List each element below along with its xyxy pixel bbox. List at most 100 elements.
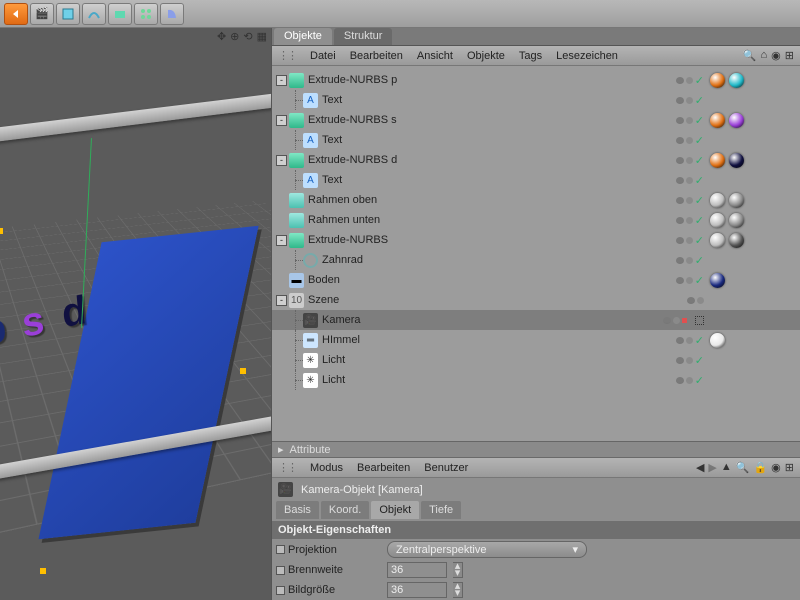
anim-checkbox[interactable] xyxy=(276,545,285,554)
size-spinner[interactable]: ▴▾ xyxy=(453,582,463,598)
visibility-dots[interactable]: ✓ xyxy=(676,374,704,387)
material-tag[interactable] xyxy=(710,153,725,168)
search-icon[interactable]: 🔍 xyxy=(743,49,757,62)
attr-tab-basis[interactable]: Basis xyxy=(276,501,319,519)
tool-array[interactable] xyxy=(134,3,158,25)
menu-objects[interactable]: Objekte xyxy=(467,50,505,62)
tree-row[interactable]: -Extrude-NURBS d✓ xyxy=(272,150,800,170)
disclosure-toggle[interactable]: - xyxy=(276,295,287,306)
search-icon[interactable]: 🔍 xyxy=(736,461,750,474)
tag-column[interactable] xyxy=(710,73,800,88)
tree-row[interactable]: -Extrude-NURBS s✓ xyxy=(272,110,800,130)
visibility-dots[interactable]: ✓ xyxy=(676,94,704,107)
anim-checkbox[interactable] xyxy=(276,566,285,575)
tree-row[interactable]: AText✓ xyxy=(272,170,800,190)
tag-column[interactable] xyxy=(710,153,800,168)
disclosure-toggle[interactable]: - xyxy=(276,115,287,126)
tree-row[interactable]: 🎥Kamera xyxy=(272,310,800,330)
tree-row[interactable]: -10Szene xyxy=(272,290,800,310)
viewport[interactable]: ✥ ⊕ ⟲ ▦ p s d xyxy=(0,28,272,600)
visibility-dots[interactable]: ✓ xyxy=(676,254,704,267)
material-tag[interactable] xyxy=(710,73,725,88)
grip-icon[interactable]: ⋮⋮ xyxy=(278,49,296,62)
material-tag[interactable] xyxy=(729,233,744,248)
material-tag[interactable] xyxy=(710,233,725,248)
visibility-dots[interactable]: ✓ xyxy=(676,334,704,347)
visibility-dots[interactable]: ✓ xyxy=(676,214,704,227)
disclosure-toggle[interactable]: - xyxy=(276,155,287,166)
tree-row[interactable]: ✳Licht✓ xyxy=(272,370,800,390)
menu-extra-icon[interactable]: ⊞ xyxy=(785,461,794,474)
tree-row[interactable]: Zahnrad✓ xyxy=(272,250,800,270)
attr-menu-user[interactable]: Benutzer xyxy=(424,462,468,474)
focal-input[interactable]: 36 xyxy=(387,562,447,578)
material-tag[interactable] xyxy=(710,193,725,208)
menu-edit[interactable]: Bearbeiten xyxy=(350,50,403,62)
menu-view[interactable]: Ansicht xyxy=(417,50,453,62)
tool-film[interactable]: 🎬 xyxy=(30,3,54,25)
visibility-dots[interactable]: ✓ xyxy=(676,174,704,187)
tag-column[interactable] xyxy=(710,273,800,288)
anim-checkbox[interactable] xyxy=(276,586,285,595)
up-icon[interactable]: ▲ xyxy=(721,461,732,474)
tab-structure[interactable]: Struktur xyxy=(334,28,393,45)
tool-cube[interactable] xyxy=(56,3,80,25)
attr-tab-koord[interactable]: Koord. xyxy=(321,501,369,519)
tree-row[interactable]: Rahmen oben✓ xyxy=(272,190,800,210)
vp-zoom-icon[interactable]: ⊕ xyxy=(230,30,239,43)
material-tag[interactable] xyxy=(729,153,744,168)
tool-nurbs[interactable] xyxy=(108,3,132,25)
tree-row[interactable]: Rahmen unten✓ xyxy=(272,210,800,230)
tag-column[interactable] xyxy=(710,193,800,208)
eye-icon[interactable]: ◉ xyxy=(771,461,781,474)
material-tag[interactable] xyxy=(729,213,744,228)
lock-icon[interactable]: 🔒 xyxy=(753,461,767,474)
attr-tab-objekt[interactable]: Objekt xyxy=(371,501,419,519)
visibility-dots[interactable]: ✓ xyxy=(676,274,704,287)
tree-row[interactable]: ═HImmel✓ xyxy=(272,330,800,350)
projection-dropdown[interactable]: Zentralperspektive▾ xyxy=(387,541,587,558)
tab-objects[interactable]: Objekte xyxy=(274,28,332,45)
material-tag[interactable] xyxy=(710,273,725,288)
tag-column[interactable] xyxy=(710,113,800,128)
material-tag[interactable] xyxy=(729,193,744,208)
tree-row[interactable]: AText✓ xyxy=(272,90,800,110)
menu-file[interactable]: Datei xyxy=(310,50,336,62)
object-tree[interactable]: -Extrude-NURBS p✓AText✓-Extrude-NURBS s✓… xyxy=(272,66,800,441)
size-input[interactable]: 36 xyxy=(387,582,447,598)
vp-move-icon[interactable]: ✥ xyxy=(217,30,226,43)
back-icon[interactable]: ◀ xyxy=(696,461,704,474)
visibility-dots[interactable]: ✓ xyxy=(676,234,704,247)
tree-row[interactable]: ▬Boden✓ xyxy=(272,270,800,290)
menu-extra-icon[interactable]: ⊞ xyxy=(785,49,794,62)
tag-column[interactable] xyxy=(710,233,800,248)
grip-icon[interactable]: ⋮⋮ xyxy=(278,461,296,474)
attr-tab-tiefe[interactable]: Tiefe xyxy=(421,501,461,519)
material-tag[interactable] xyxy=(710,213,725,228)
disclosure-toggle[interactable]: - xyxy=(276,75,287,86)
tree-row[interactable]: -Extrude-NURBS p✓ xyxy=(272,70,800,90)
disclosure-toggle[interactable]: - xyxy=(276,235,287,246)
attr-menu-edit[interactable]: Bearbeiten xyxy=(357,462,410,474)
vp-rotate-icon[interactable]: ⟲ xyxy=(243,30,252,43)
tool-spline[interactable] xyxy=(82,3,106,25)
visibility-dots[interactable]: ✓ xyxy=(676,154,704,167)
tool-deform[interactable] xyxy=(160,3,184,25)
material-tag[interactable] xyxy=(729,73,744,88)
material-tag[interactable] xyxy=(729,113,744,128)
menu-bookmarks[interactable]: Lesezeichen xyxy=(556,50,618,62)
visibility-dots[interactable]: ✓ xyxy=(676,114,704,127)
tag-column[interactable] xyxy=(710,213,800,228)
tree-row[interactable]: AText✓ xyxy=(272,130,800,150)
visibility-dots[interactable] xyxy=(687,297,704,304)
attr-menu-mode[interactable]: Modus xyxy=(310,462,343,474)
visibility-dots[interactable]: ✓ xyxy=(676,354,704,367)
tree-row[interactable]: -Extrude-NURBS✓ xyxy=(272,230,800,250)
menu-tags[interactable]: Tags xyxy=(519,50,542,62)
home-icon[interactable]: ⌂ xyxy=(761,49,768,62)
visibility-dots[interactable]: ✓ xyxy=(676,74,704,87)
tree-row[interactable]: ✳Licht✓ xyxy=(272,350,800,370)
material-tag[interactable] xyxy=(710,333,725,348)
tag-column[interactable] xyxy=(710,333,800,348)
focal-spinner[interactable]: ▴▾ xyxy=(453,562,463,578)
